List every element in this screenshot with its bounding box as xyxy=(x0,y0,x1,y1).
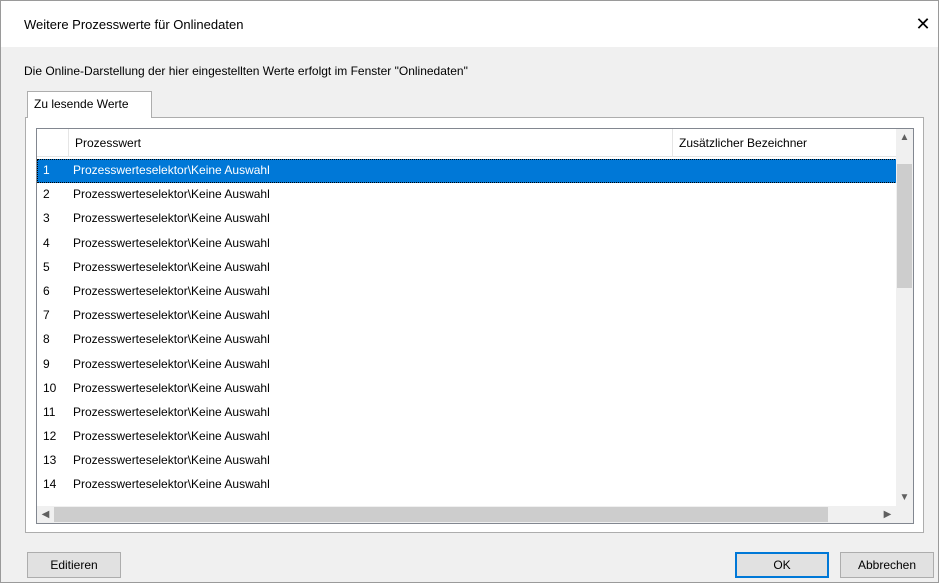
table-row[interactable]: 10 Prozesswerteselektor\Keine Auswahl xyxy=(37,377,903,401)
row-prozesswert: Prozesswerteselektor\Keine Auswahl xyxy=(73,211,270,226)
horizontal-scrollbar[interactable]: ◀ ▶ xyxy=(37,506,913,523)
row-prozesswert: Prozesswerteselektor\Keine Auswahl xyxy=(73,259,270,274)
vertical-scrollbar[interactable]: ▲ ▼ xyxy=(896,129,913,506)
row-prozesswert: Prozesswerteselektor\Keine Auswahl xyxy=(73,404,270,419)
horizontal-scroll-thumb[interactable] xyxy=(54,507,828,522)
scrollbar-corner xyxy=(896,506,913,523)
process-values-list[interactable]: Prozesswert Zusätzlicher Bezeichner 1 Pro… xyxy=(36,128,914,524)
row-number: 12 xyxy=(43,429,57,444)
row-number: 7 xyxy=(43,308,50,323)
table-row[interactable]: 11 Prozesswerteselektor\Keine Auswahl xyxy=(37,401,903,425)
table-row[interactable]: 1 Prozesswerteselektor\Keine Auswahl xyxy=(37,159,903,184)
dialog-window: Weitere Prozesswerte für Onlinedaten ✕ D… xyxy=(0,0,939,583)
row-prozesswert: Prozesswerteselektor\Keine Auswahl xyxy=(73,429,270,444)
cancel-button[interactable]: Abbrechen xyxy=(840,552,934,578)
table-row[interactable]: 12 Prozesswerteselektor\Keine Auswahl xyxy=(37,425,903,449)
row-number: 2 xyxy=(43,187,50,202)
scroll-right-icon[interactable]: ▶ xyxy=(879,506,896,523)
list-header: Prozesswert Zusätzlicher Bezeichner xyxy=(37,129,897,157)
table-row[interactable]: 7 Prozesswerteselektor\Keine Auswahl xyxy=(37,304,903,328)
row-number: 6 xyxy=(43,283,50,298)
table-row[interactable]: 5 Prozesswerteselektor\Keine Auswahl xyxy=(37,256,903,280)
column-header-number[interactable] xyxy=(37,129,68,157)
row-prozesswert: Prozesswerteselektor\Keine Auswahl xyxy=(73,308,270,323)
scroll-up-icon[interactable]: ▲ xyxy=(896,129,913,146)
description-text: Die Online-Darstellung der hier eingeste… xyxy=(24,64,468,78)
column-header-zusaetzlicher-bezeichner[interactable]: Zusätzlicher Bezeichner xyxy=(672,129,897,157)
row-prozesswert: Prozesswerteselektor\Keine Auswahl xyxy=(73,332,270,347)
table-row[interactable]: 14 Prozesswerteselektor\Keine Auswahl xyxy=(37,473,903,497)
row-prozesswert: Prozesswerteselektor\Keine Auswahl xyxy=(73,283,270,298)
table-row[interactable]: 13 Prozesswerteselektor\Keine Auswahl xyxy=(37,449,903,473)
tab-zu-lesende-werte[interactable]: Zu lesende Werte xyxy=(27,91,152,118)
list-rows: 1 Prozesswerteselektor\Keine Auswahl 2 Proz… xyxy=(37,159,903,498)
row-prozesswert: Prozesswerteselektor\Keine Auswahl xyxy=(73,187,270,202)
ok-button[interactable]: OK xyxy=(735,552,829,578)
column-header-prozesswert[interactable]: Prozesswert xyxy=(68,129,672,157)
row-prozesswert: Prozesswerteselektor\Keine Auswahl xyxy=(73,235,270,250)
table-row[interactable]: 9 Prozesswerteselektor\Keine Auswahl xyxy=(37,353,903,377)
row-prozesswert: Prozesswerteselektor\Keine Auswahl xyxy=(73,356,270,371)
edit-button[interactable]: Editieren xyxy=(27,552,121,578)
scroll-left-icon[interactable]: ◀ xyxy=(37,506,54,523)
row-prozesswert: Prozesswerteselektor\Keine Auswahl xyxy=(73,380,270,395)
row-number: 5 xyxy=(43,259,50,274)
table-row[interactable]: 4 Prozesswerteselektor\Keine Auswahl xyxy=(37,232,903,256)
row-number: 4 xyxy=(43,235,50,250)
row-number: 10 xyxy=(43,380,57,395)
row-prozesswert: Prozesswerteselektor\Keine Auswahl xyxy=(73,477,270,492)
row-number: 1 xyxy=(43,163,50,177)
row-number: 9 xyxy=(43,356,50,371)
row-prozesswert: Prozesswerteselektor\Keine Auswahl xyxy=(73,163,270,177)
table-row[interactable]: 6 Prozesswerteselektor\Keine Auswahl xyxy=(37,280,903,304)
row-number: 14 xyxy=(43,477,57,492)
row-number: 11 xyxy=(43,404,56,419)
table-row[interactable]: 3 Prozesswerteselektor\Keine Auswahl xyxy=(37,207,903,231)
title-bar: Weitere Prozesswerte für Onlinedaten ✕ xyxy=(1,1,938,47)
row-prozesswert: Prozesswerteselektor\Keine Auswahl xyxy=(73,453,270,468)
vertical-scroll-thumb[interactable] xyxy=(897,164,912,288)
tab-panel: Prozesswert Zusätzlicher Bezeichner 1 Pro… xyxy=(25,117,924,533)
table-row[interactable]: 2 Prozesswerteselektor\Keine Auswahl xyxy=(37,183,903,207)
table-row[interactable]: 8 Prozesswerteselektor\Keine Auswahl xyxy=(37,328,903,352)
row-number: 8 xyxy=(43,332,50,347)
window-title: Weitere Prozesswerte für Onlinedaten xyxy=(24,17,244,32)
close-icon[interactable]: ✕ xyxy=(908,9,938,39)
row-number: 13 xyxy=(43,453,57,468)
scroll-down-icon[interactable]: ▼ xyxy=(896,489,913,506)
row-number: 3 xyxy=(43,211,50,226)
